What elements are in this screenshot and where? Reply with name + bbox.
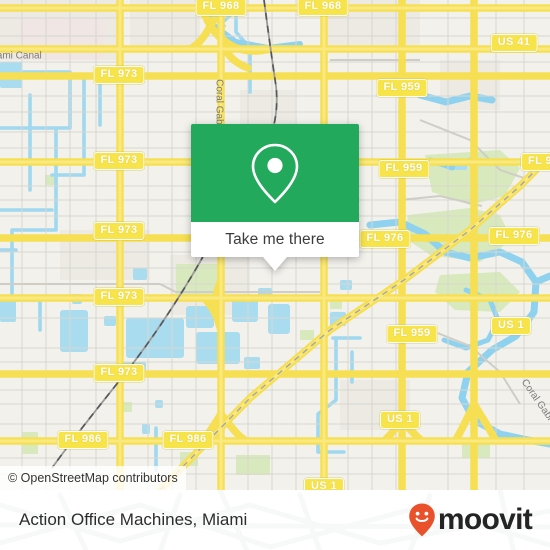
moovit-wordmark: moovit bbox=[437, 503, 533, 536]
map-screenshot: FL 968 FL 968 US 41 FL 973 FL 959 FL 973… bbox=[0, 0, 550, 550]
road-shield[interactable]: FL 973 bbox=[93, 222, 145, 240]
map-canvas[interactable]: FL 968 FL 968 US 41 FL 973 FL 959 FL 973… bbox=[0, 0, 550, 490]
road-shield[interactable]: FL 976 bbox=[359, 230, 411, 248]
road-shield[interactable]: FL 968 bbox=[195, 0, 247, 16]
road-shield[interactable]: FL 986 bbox=[162, 431, 214, 449]
popup-tail bbox=[263, 257, 287, 271]
footer-content: Action Office Machines, Miami moovit bbox=[0, 490, 550, 550]
place-title: Action Office Machines, Miami bbox=[19, 510, 248, 529]
road-shield[interactable]: US 41 bbox=[490, 34, 538, 52]
road-shield[interactable]: FL 9 bbox=[520, 153, 550, 171]
road-shield[interactable]: US 1 bbox=[490, 317, 532, 335]
road-shield[interactable]: FL 986 bbox=[57, 431, 109, 449]
road-shield[interactable]: FL 968 bbox=[297, 0, 349, 16]
road-shield[interactable]: US 1 bbox=[303, 478, 345, 490]
place-label-coral-gables-canal: Coral Gabl bbox=[213, 79, 225, 127]
road-shield[interactable]: FL 976 bbox=[488, 227, 540, 245]
road-shield[interactable]: US 1 bbox=[379, 411, 421, 429]
place-label-miami-canal: Miami Canal bbox=[0, 50, 42, 62]
map-attribution[interactable]: © OpenStreetMap contributors bbox=[0, 466, 186, 490]
popup-footer[interactable]: Take me there bbox=[191, 222, 359, 271]
road-shield[interactable]: FL 973 bbox=[93, 152, 145, 170]
take-me-there-label: Take me there bbox=[225, 230, 325, 248]
road-shield[interactable]: FL 973 bbox=[93, 364, 145, 382]
road-shield[interactable]: FL 959 bbox=[376, 79, 428, 97]
road-shield[interactable]: FL 959 bbox=[386, 325, 438, 343]
road-shield[interactable]: FL 959 bbox=[378, 160, 430, 178]
road-shield[interactable]: FL 973 bbox=[93, 66, 145, 84]
footer-bar: Action Office Machines, Miami moovit bbox=[0, 490, 550, 550]
popup-header bbox=[191, 124, 359, 222]
map-pin-icon bbox=[251, 143, 299, 204]
moovit-smiley-pin-icon bbox=[409, 503, 435, 537]
road-shield[interactable]: FL 973 bbox=[93, 288, 145, 306]
moovit-logo[interactable]: moovit bbox=[408, 502, 533, 538]
location-popup[interactable]: Take me there bbox=[191, 124, 359, 271]
